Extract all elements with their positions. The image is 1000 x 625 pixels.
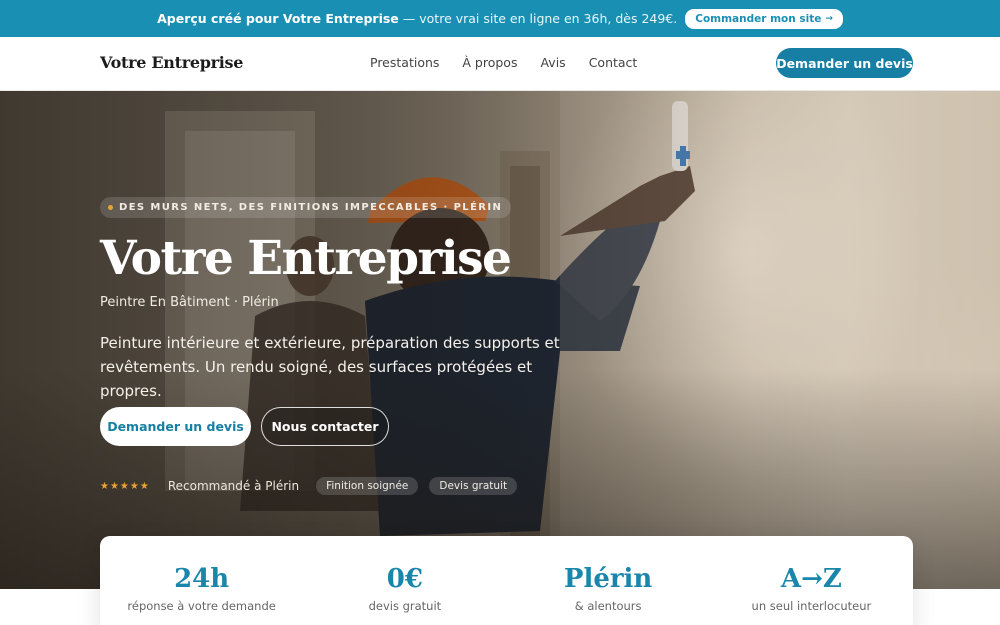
order-site-label: Commander mon site — [695, 12, 822, 25]
header-quote-button[interactable]: Demander un devis — [776, 48, 913, 78]
stat-value: A→Z — [780, 564, 842, 594]
chip-finition: Finition soignée — [316, 477, 419, 495]
stat-item: Plérin & alentours — [507, 536, 710, 625]
stat-label: réponse à votre demande — [127, 599, 276, 613]
nav-link-a-propos[interactable]: À propos — [462, 55, 517, 70]
stat-label: devis gratuit — [368, 599, 442, 613]
order-site-button[interactable]: Commander mon site → — [685, 8, 843, 29]
nav-link-prestations[interactable]: Prestations — [370, 55, 439, 70]
hero-section: DES MURS NETS, DES FINITIONS IMPECCABLES… — [0, 91, 1000, 589]
promo-highlight: Aperçu créé pour Votre Entreprise — [157, 11, 399, 26]
stat-label: un seul interlocuteur — [751, 599, 872, 613]
star-rating-icon: ★★★★★ — [100, 480, 150, 492]
hero-subtitle: Peintre En Bâtiment · Plérin — [100, 295, 279, 310]
trust-row: ★★★★★ Recommandé à Plérin Finition soign… — [100, 476, 528, 496]
stat-label: & alentours — [574, 599, 642, 613]
stats-card: 24h réponse à votre demande 0€ devis gra… — [100, 536, 913, 625]
nav-link-avis[interactable]: Avis — [540, 55, 565, 70]
hero-eyebrow-text: DES MURS NETS, DES FINITIONS IMPECCABLES… — [119, 202, 503, 213]
stat-item: A→Z un seul interlocuteur — [710, 536, 913, 625]
arrow-right-icon: → — [825, 13, 833, 24]
stat-value: 0€ — [386, 564, 423, 594]
stat-item: 24h réponse à votre demande — [100, 536, 303, 625]
quote-button[interactable]: Demander un devis — [100, 407, 251, 446]
hero-description: Peinture intérieure et extérieure, prépa… — [100, 334, 560, 400]
stat-value: Plérin — [563, 564, 653, 594]
main-nav: Prestations À propos Avis Contact — [370, 55, 660, 70]
contact-button[interactable]: Nous contacter — [261, 407, 389, 446]
promo-text: — votre vrai site en ligne en 36h, dès 2… — [402, 11, 678, 26]
stat-value: 24h — [174, 564, 230, 594]
hero-title: Votre Entreprise — [100, 231, 512, 286]
brand-logo[interactable]: Votre Entreprise — [100, 53, 243, 72]
rating-label: Recommandé à Plérin — [167, 479, 300, 493]
site-header: Votre Entreprise Prestations À propos Av… — [0, 37, 1000, 91]
hero-eyebrow: DES MURS NETS, DES FINITIONS IMPECCABLES… — [100, 197, 512, 218]
dot-icon — [108, 205, 113, 210]
nav-link-contact[interactable]: Contact — [589, 55, 638, 70]
chip-devis: Devis gratuit — [429, 477, 518, 495]
promo-banner: Aperçu créé pour Votre Entreprise — votr… — [0, 0, 1000, 37]
stat-item: 0€ devis gratuit — [303, 536, 506, 625]
